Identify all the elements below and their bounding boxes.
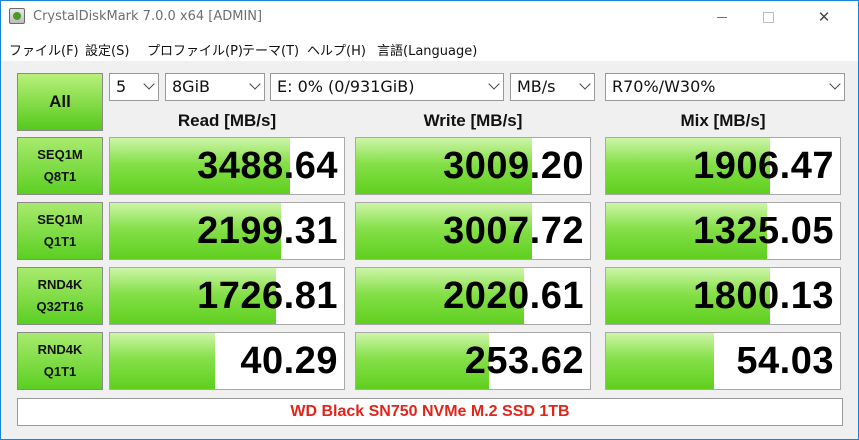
test-button-rnd4k-q32t16[interactable]: RND4K Q32T16 xyxy=(17,267,103,325)
minimize-button[interactable] xyxy=(699,1,745,34)
write-result-value: 253.62 xyxy=(464,340,584,382)
read-result-value: 40.29 xyxy=(240,340,338,382)
read-result-value: 2199.31 xyxy=(197,210,338,252)
menu-profile[interactable]: プロファイル(P) xyxy=(147,40,243,59)
test-button-seq1m-q8t1[interactable]: SEQ1M Q8T1 xyxy=(17,137,103,195)
write-result-cell: 253.62 xyxy=(355,332,591,390)
write-result-value: 3009.20 xyxy=(443,145,584,187)
mix-result-value: 1906.47 xyxy=(693,145,834,187)
read-result-value: 3488.64 xyxy=(197,145,338,187)
read-result-value: 1726.81 xyxy=(197,275,338,317)
read-result-bar xyxy=(110,333,216,389)
menu-theme[interactable]: テーマ(T) xyxy=(242,40,299,59)
count-value: 5 xyxy=(116,77,127,96)
all-button[interactable]: All xyxy=(17,73,103,131)
test-label-line1: SEQ1M xyxy=(37,147,83,162)
test-label-line2: Q1T1 xyxy=(43,364,77,379)
mix-result-cell: 1325.05 xyxy=(605,202,841,260)
chevron-down-icon xyxy=(143,78,155,90)
count-select[interactable]: 5 xyxy=(109,73,159,101)
drive-select[interactable]: E: 0% (0/931GiB) xyxy=(270,73,504,101)
read-result-cell: 3488.64 xyxy=(109,137,345,195)
chevron-down-icon xyxy=(579,78,591,90)
unit-value: MB/s xyxy=(517,77,556,96)
mix-result-value: 54.03 xyxy=(736,340,834,382)
test-label-line2: Q8T1 xyxy=(43,169,77,184)
mix-result-value: 1800.13 xyxy=(693,275,834,317)
menu-help[interactable]: ヘルプ(H) xyxy=(307,40,366,59)
app-logo-icon xyxy=(9,8,25,24)
write-result-cell: 3007.72 xyxy=(355,202,591,260)
test-label-line1: RND4K xyxy=(37,342,83,357)
write-result-value: 2020.61 xyxy=(443,275,584,317)
maximize-button[interactable] xyxy=(745,1,791,34)
title-bar[interactable]: CrystalDiskMark 7.0.0 x64 [ADMIN] ✕ xyxy=(1,1,858,35)
menu-language[interactable]: 言語(Language) xyxy=(377,40,477,59)
mix-column-header: Mix [MB/s] xyxy=(680,111,766,130)
read-result-cell: 40.29 xyxy=(109,332,345,390)
test-button-seq1m-q1t1[interactable]: SEQ1M Q1T1 xyxy=(17,202,103,260)
read-result-cell: 1726.81 xyxy=(109,267,345,325)
chevron-down-icon xyxy=(249,78,261,90)
write-column-header: Write [MB/s] xyxy=(423,111,523,130)
read-column-header: Read [MB/s] xyxy=(177,111,277,130)
mix-result-cell: 1800.13 xyxy=(605,267,841,325)
drive-value: E: 0% (0/931GiB) xyxy=(277,77,415,96)
mix-result-bar xyxy=(606,333,714,389)
minimize-icon xyxy=(717,17,727,18)
chevron-down-icon xyxy=(488,78,500,90)
test-label-line2: Q32T16 xyxy=(36,299,84,314)
size-select[interactable]: 8GiB xyxy=(165,73,265,101)
app-window: CrystalDiskMark 7.0.0 x64 [ADMIN] ✕ ファイル… xyxy=(0,0,859,440)
close-icon: ✕ xyxy=(817,8,831,26)
test-button-rnd4k-q1t1[interactable]: RND4K Q1T1 xyxy=(17,332,103,390)
maximize-icon xyxy=(762,12,774,23)
mix-select[interactable]: R70%/W30% xyxy=(605,73,845,101)
comment-field[interactable]: WD Black SN750 NVMe M.2 SSD 1TB xyxy=(17,398,843,426)
read-result-cell: 2199.31 xyxy=(109,202,345,260)
mix-result-cell: 54.03 xyxy=(605,332,841,390)
chevron-down-icon xyxy=(829,78,841,90)
write-result-cell: 2020.61 xyxy=(355,267,591,325)
mix-result-cell: 1906.47 xyxy=(605,137,841,195)
menu-bar: ファイル(F) 設定(S) プロファイル(P) テーマ(T) ヘルプ(H) 言語… xyxy=(1,35,858,61)
close-button[interactable]: ✕ xyxy=(801,1,847,34)
menu-settings[interactable]: 設定(S) xyxy=(85,40,129,59)
unit-select[interactable]: MB/s xyxy=(510,73,595,101)
main-panel: All 5 8GiB E: 0% (0/931GiB) MB/s R70%/W3… xyxy=(1,61,858,439)
mix-value: R70%/W30% xyxy=(612,77,716,96)
menu-file[interactable]: ファイル(F) xyxy=(9,40,79,59)
write-result-value: 3007.72 xyxy=(443,210,584,252)
test-label-line2: Q1T1 xyxy=(43,234,77,249)
size-value: 8GiB xyxy=(172,77,210,96)
test-label-line1: SEQ1M xyxy=(37,212,83,227)
window-title: CrystalDiskMark 7.0.0 x64 [ADMIN] xyxy=(33,9,263,24)
mix-result-value: 1325.05 xyxy=(693,210,834,252)
write-result-cell: 3009.20 xyxy=(355,137,591,195)
test-label-line1: RND4K xyxy=(37,277,83,292)
